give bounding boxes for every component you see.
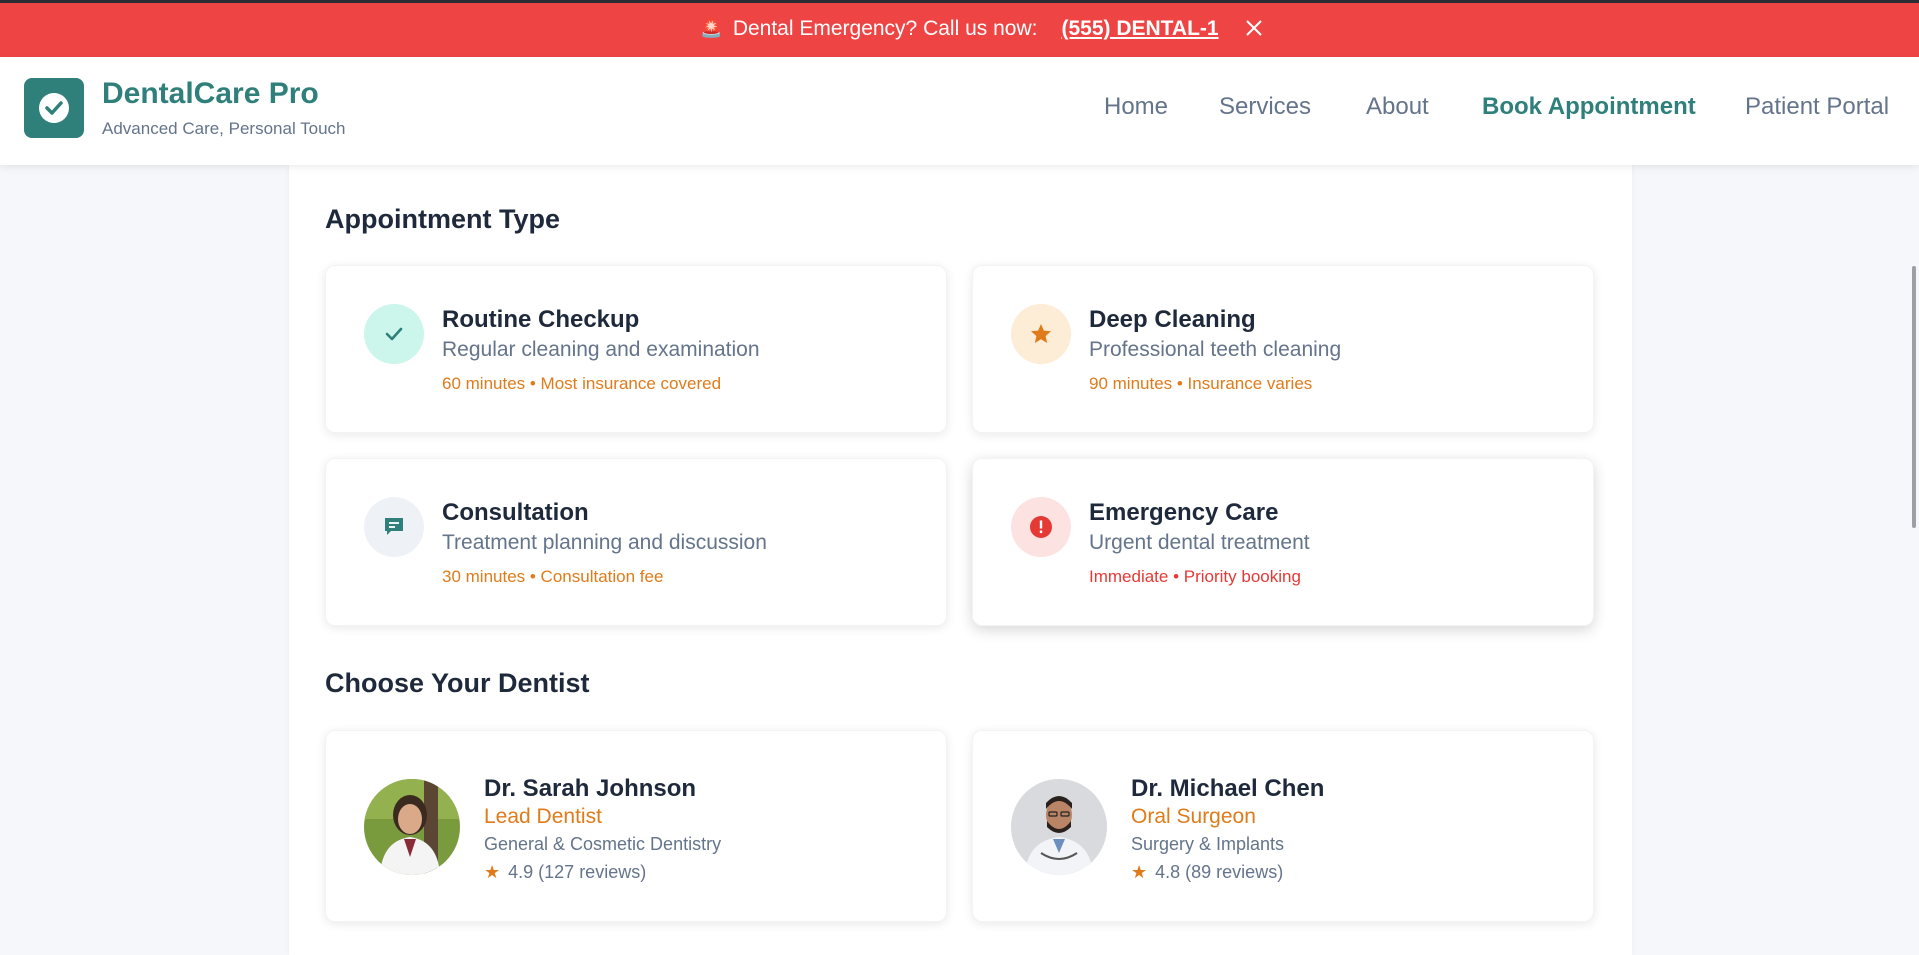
appointment-type-desc: Professional teeth cleaning bbox=[1089, 338, 1342, 361]
dentist-specialty: General & Cosmetic Dentistry bbox=[484, 834, 722, 854]
appointment-type-desc: Urgent dental treatment bbox=[1089, 531, 1310, 554]
appointment-type-consultation[interactable]: Consultation Treatment planning and disc… bbox=[325, 458, 947, 626]
nav-services[interactable]: Services bbox=[1219, 93, 1311, 121]
rating-text: 4.9 (127 reviews) bbox=[508, 862, 647, 882]
nav-book-appointment[interactable]: Book Appointment bbox=[1482, 93, 1696, 121]
chat-icon bbox=[364, 497, 424, 557]
dentist-name: Dr. Sarah Johnson bbox=[484, 775, 697, 802]
appointment-type-routine-checkup[interactable]: Routine Checkup Regular cleaning and exa… bbox=[325, 265, 947, 433]
appointment-type-name: Consultation bbox=[442, 499, 589, 526]
check-icon bbox=[364, 304, 424, 364]
appointment-type-name: Emergency Care bbox=[1089, 499, 1279, 526]
nav-home[interactable]: Home bbox=[1104, 93, 1168, 121]
alert-icon bbox=[1011, 497, 1071, 557]
appointment-type-meta: 90 minutes • Insurance varies bbox=[1089, 374, 1313, 393]
avatar bbox=[1011, 779, 1107, 875]
avatar bbox=[364, 779, 460, 875]
logo[interactable] bbox=[24, 78, 84, 138]
appointment-type-heading: Appointment Type bbox=[325, 204, 560, 234]
star-icon: ★ bbox=[484, 862, 501, 882]
appointment-type-meta: 60 minutes • Most insurance covered bbox=[442, 374, 722, 393]
star-icon: ★ bbox=[1131, 862, 1148, 882]
appointment-type-name: Routine Checkup bbox=[442, 306, 640, 333]
appointment-type-meta: Immediate • Priority booking bbox=[1089, 567, 1301, 586]
dentist-role: Lead Dentist bbox=[484, 805, 602, 828]
emergency-phone-link[interactable]: (555) DENTAL-1 bbox=[1061, 17, 1218, 41]
window-top-border bbox=[0, 0, 1919, 3]
appointment-type-meta: 30 minutes • Consultation fee bbox=[442, 567, 664, 586]
appointment-type-desc: Treatment planning and discussion bbox=[442, 531, 767, 554]
nav-patient-portal[interactable]: Patient Portal bbox=[1745, 93, 1889, 121]
appointment-type-desc: Regular cleaning and examination bbox=[442, 338, 760, 361]
dentist-role: Oral Surgeon bbox=[1131, 805, 1256, 828]
choose-dentist-heading: Choose Your Dentist bbox=[325, 668, 590, 698]
close-icon[interactable] bbox=[1243, 17, 1265, 39]
dentist-rating: ★ 4.9 (127 reviews) bbox=[484, 862, 646, 883]
alert-text: Dental Emergency? Call us now: bbox=[732, 16, 1038, 40]
site-header: DentalCare Pro Advanced Care, Personal T… bbox=[0, 57, 1919, 165]
nav-about[interactable]: About bbox=[1366, 93, 1429, 121]
scrollbar-thumb[interactable] bbox=[1912, 266, 1916, 528]
dentist-card-sarah-johnson[interactable]: Dr. Sarah Johnson Lead Dentist General &… bbox=[325, 730, 947, 922]
brand-tagline: Advanced Care, Personal Touch bbox=[102, 119, 346, 138]
check-circle-icon bbox=[39, 93, 69, 123]
appointment-type-emergency-care[interactable]: Emergency Care Urgent dental treatment I… bbox=[972, 458, 1594, 626]
star-icon bbox=[1011, 304, 1071, 364]
dentist-card-michael-chen[interactable]: Dr. Michael Chen Oral Surgeon Surgery & … bbox=[972, 730, 1594, 922]
dentist-rating: ★ 4.8 (89 reviews) bbox=[1131, 862, 1283, 883]
emergency-alert-bar: 🚨 Dental Emergency? Call us now: (555) D… bbox=[0, 0, 1919, 57]
siren-icon: 🚨 bbox=[700, 18, 723, 38]
dentist-specialty: Surgery & Implants bbox=[1131, 834, 1285, 854]
dentist-name: Dr. Michael Chen bbox=[1131, 775, 1325, 802]
brand-name[interactable]: DentalCare Pro bbox=[102, 77, 319, 111]
appointment-type-deep-cleaning[interactable]: Deep Cleaning Professional teeth cleanin… bbox=[972, 265, 1594, 433]
appointment-type-name: Deep Cleaning bbox=[1089, 306, 1256, 333]
rating-text: 4.8 (89 reviews) bbox=[1155, 862, 1284, 882]
